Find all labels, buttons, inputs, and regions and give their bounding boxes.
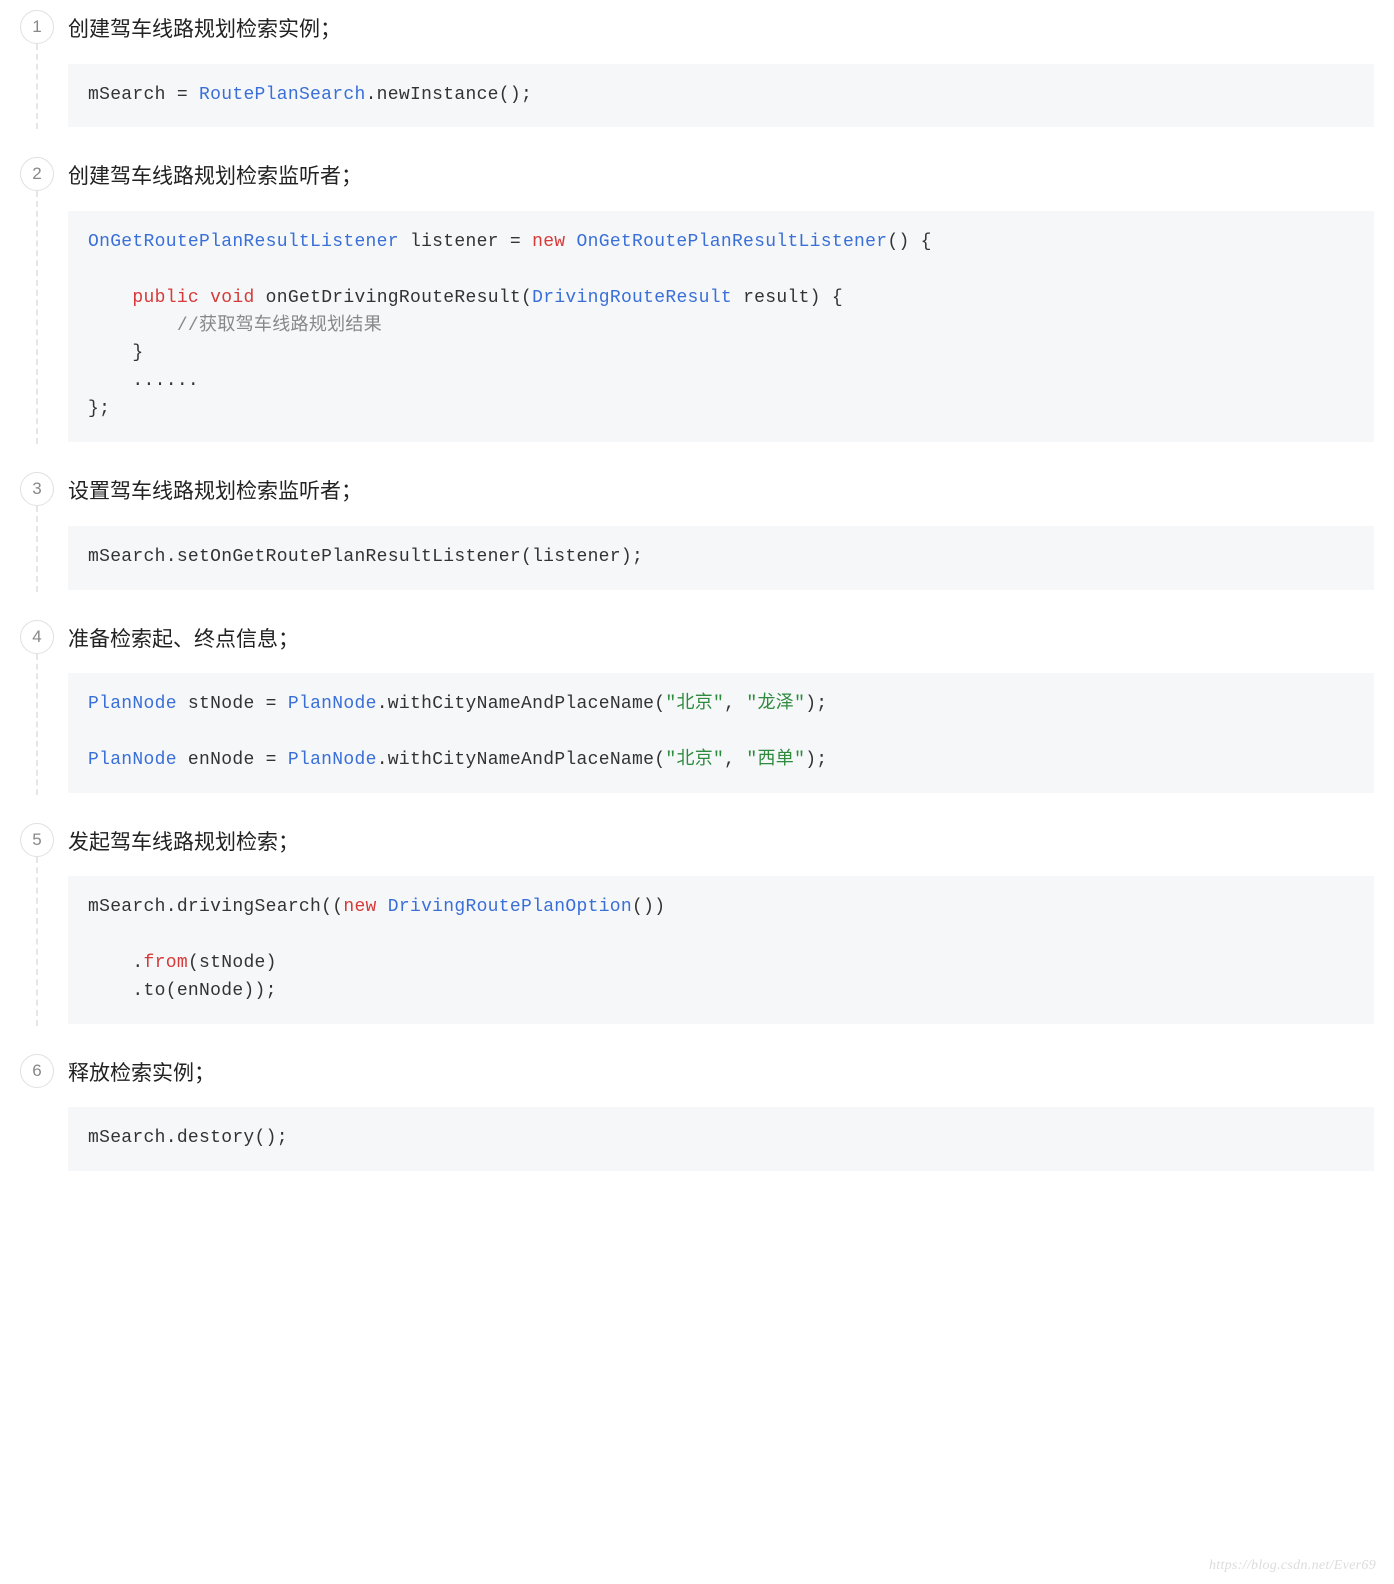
code-token: ); — [805, 750, 827, 770]
step-number-badge: 5 — [20, 823, 54, 857]
step-connector-line — [36, 44, 38, 129]
code-token: RoutePlanSearch — [199, 85, 366, 105]
code-token: PlanNode — [88, 694, 177, 714]
step-number-badge: 3 — [20, 472, 54, 506]
step-number-badge: 6 — [20, 1054, 54, 1088]
step-title: 设置驾车线路规划检索监听者； — [68, 472, 1374, 526]
step-connector-line — [36, 191, 38, 444]
step-number-badge: 4 — [20, 620, 54, 654]
code-token: mSearch = — [88, 85, 199, 105]
code-token: PlanNode — [88, 750, 177, 770]
step-number-badge: 1 — [20, 10, 54, 44]
code-token: mSearch.setOnGetRoutePlanResultListener(… — [88, 547, 643, 567]
code-token: PlanNode — [288, 750, 377, 770]
steps-container: 1创建驾车线路规划检索实例；mSearch = RoutePlanSearch.… — [10, 10, 1374, 1171]
step-item: 2创建驾车线路规划检索监听者；OnGetRoutePlanResultListe… — [10, 157, 1374, 442]
code-block: mSearch.destory(); — [68, 1107, 1374, 1171]
code-token: } — [88, 343, 144, 363]
step-connector-line — [36, 506, 38, 591]
step-item: 5发起驾车线路规划检索；mSearch.drivingSearch((new D… — [10, 823, 1374, 1024]
code-token: . — [88, 953, 144, 973]
code-token: ()) — [632, 897, 665, 917]
step-number-badge: 2 — [20, 157, 54, 191]
code-token: .withCityNameAndPlaceName( — [377, 694, 666, 714]
code-token — [88, 316, 177, 336]
code-block: mSearch.setOnGetRoutePlanResultListener(… — [68, 526, 1374, 590]
code-token: , — [724, 750, 746, 770]
step-item: 6 释放检索实例； mSearch.destory(); — [10, 1054, 1374, 1171]
watermark: https://blog.csdn.net/Ever69 — [1209, 1558, 1376, 1574]
code-token: "西单" — [746, 750, 805, 770]
code-token: new — [343, 897, 376, 917]
code-token: OnGetRoutePlanResultListener — [577, 232, 888, 252]
code-token: public — [132, 288, 199, 308]
step-title: 创建驾车线路规划检索实例； — [68, 10, 1374, 64]
step-title: 创建驾车线路规划检索监听者； — [68, 157, 1374, 211]
step-item: 4准备检索起、终点信息；PlanNode stNode = PlanNode.w… — [10, 620, 1374, 793]
code-token: "北京" — [665, 750, 724, 770]
step-connector-line — [36, 654, 38, 795]
code-token: }; — [88, 399, 110, 419]
step-title: 释放检索实例； — [68, 1054, 1374, 1108]
code-token: mSearch.drivingSearch(( — [88, 897, 343, 917]
code-token: ); — [805, 694, 827, 714]
code-token: onGetDrivingRouteResult( — [255, 288, 533, 308]
code-token: mSearch.destory(); — [88, 1128, 288, 1148]
code-token: listener = — [399, 232, 532, 252]
code-token: enNode = — [177, 750, 288, 770]
code-token — [565, 232, 576, 252]
code-token: OnGetRoutePlanResultListener — [88, 232, 399, 252]
code-token: , — [724, 694, 746, 714]
step-title: 准备检索起、终点信息； — [68, 620, 1374, 674]
code-token: ...... — [88, 371, 199, 391]
code-token: "龙泽" — [746, 694, 805, 714]
code-token: result) { — [732, 288, 843, 308]
code-token: .newInstance(); — [366, 85, 533, 105]
code-token — [199, 288, 210, 308]
code-token — [88, 288, 132, 308]
code-token: void — [210, 288, 254, 308]
code-block: mSearch = RoutePlanSearch.newInstance(); — [68, 64, 1374, 128]
code-block: PlanNode stNode = PlanNode.withCityNameA… — [68, 673, 1374, 793]
code-token: DrivingRoutePlanOption — [388, 897, 632, 917]
code-token: //获取驾车线路规划结果 — [177, 316, 382, 336]
code-block: mSearch.drivingSearch((new DrivingRouteP… — [68, 876, 1374, 1024]
code-token: .to(enNode)); — [88, 981, 277, 1001]
code-token: new — [532, 232, 565, 252]
code-token: PlanNode — [288, 694, 377, 714]
code-token — [377, 897, 388, 917]
code-token: .withCityNameAndPlaceName( — [377, 750, 666, 770]
code-token: (stNode) — [188, 953, 277, 973]
step-connector-line — [36, 857, 38, 1026]
code-token: () { — [887, 232, 931, 252]
step-item: 1创建驾车线路规划检索实例；mSearch = RoutePlanSearch.… — [10, 10, 1374, 127]
step-item: 3 设置驾车线路规划检索监听者； mSearch.setOnGetRoutePlan… — [10, 472, 1374, 589]
code-token: DrivingRouteResult — [532, 288, 732, 308]
step-title: 发起驾车线路规划检索； — [68, 823, 1374, 877]
code-block: OnGetRoutePlanResultListener listener = … — [68, 211, 1374, 442]
code-token: stNode = — [177, 694, 288, 714]
code-token: "北京" — [665, 694, 724, 714]
code-token: from — [144, 953, 188, 973]
